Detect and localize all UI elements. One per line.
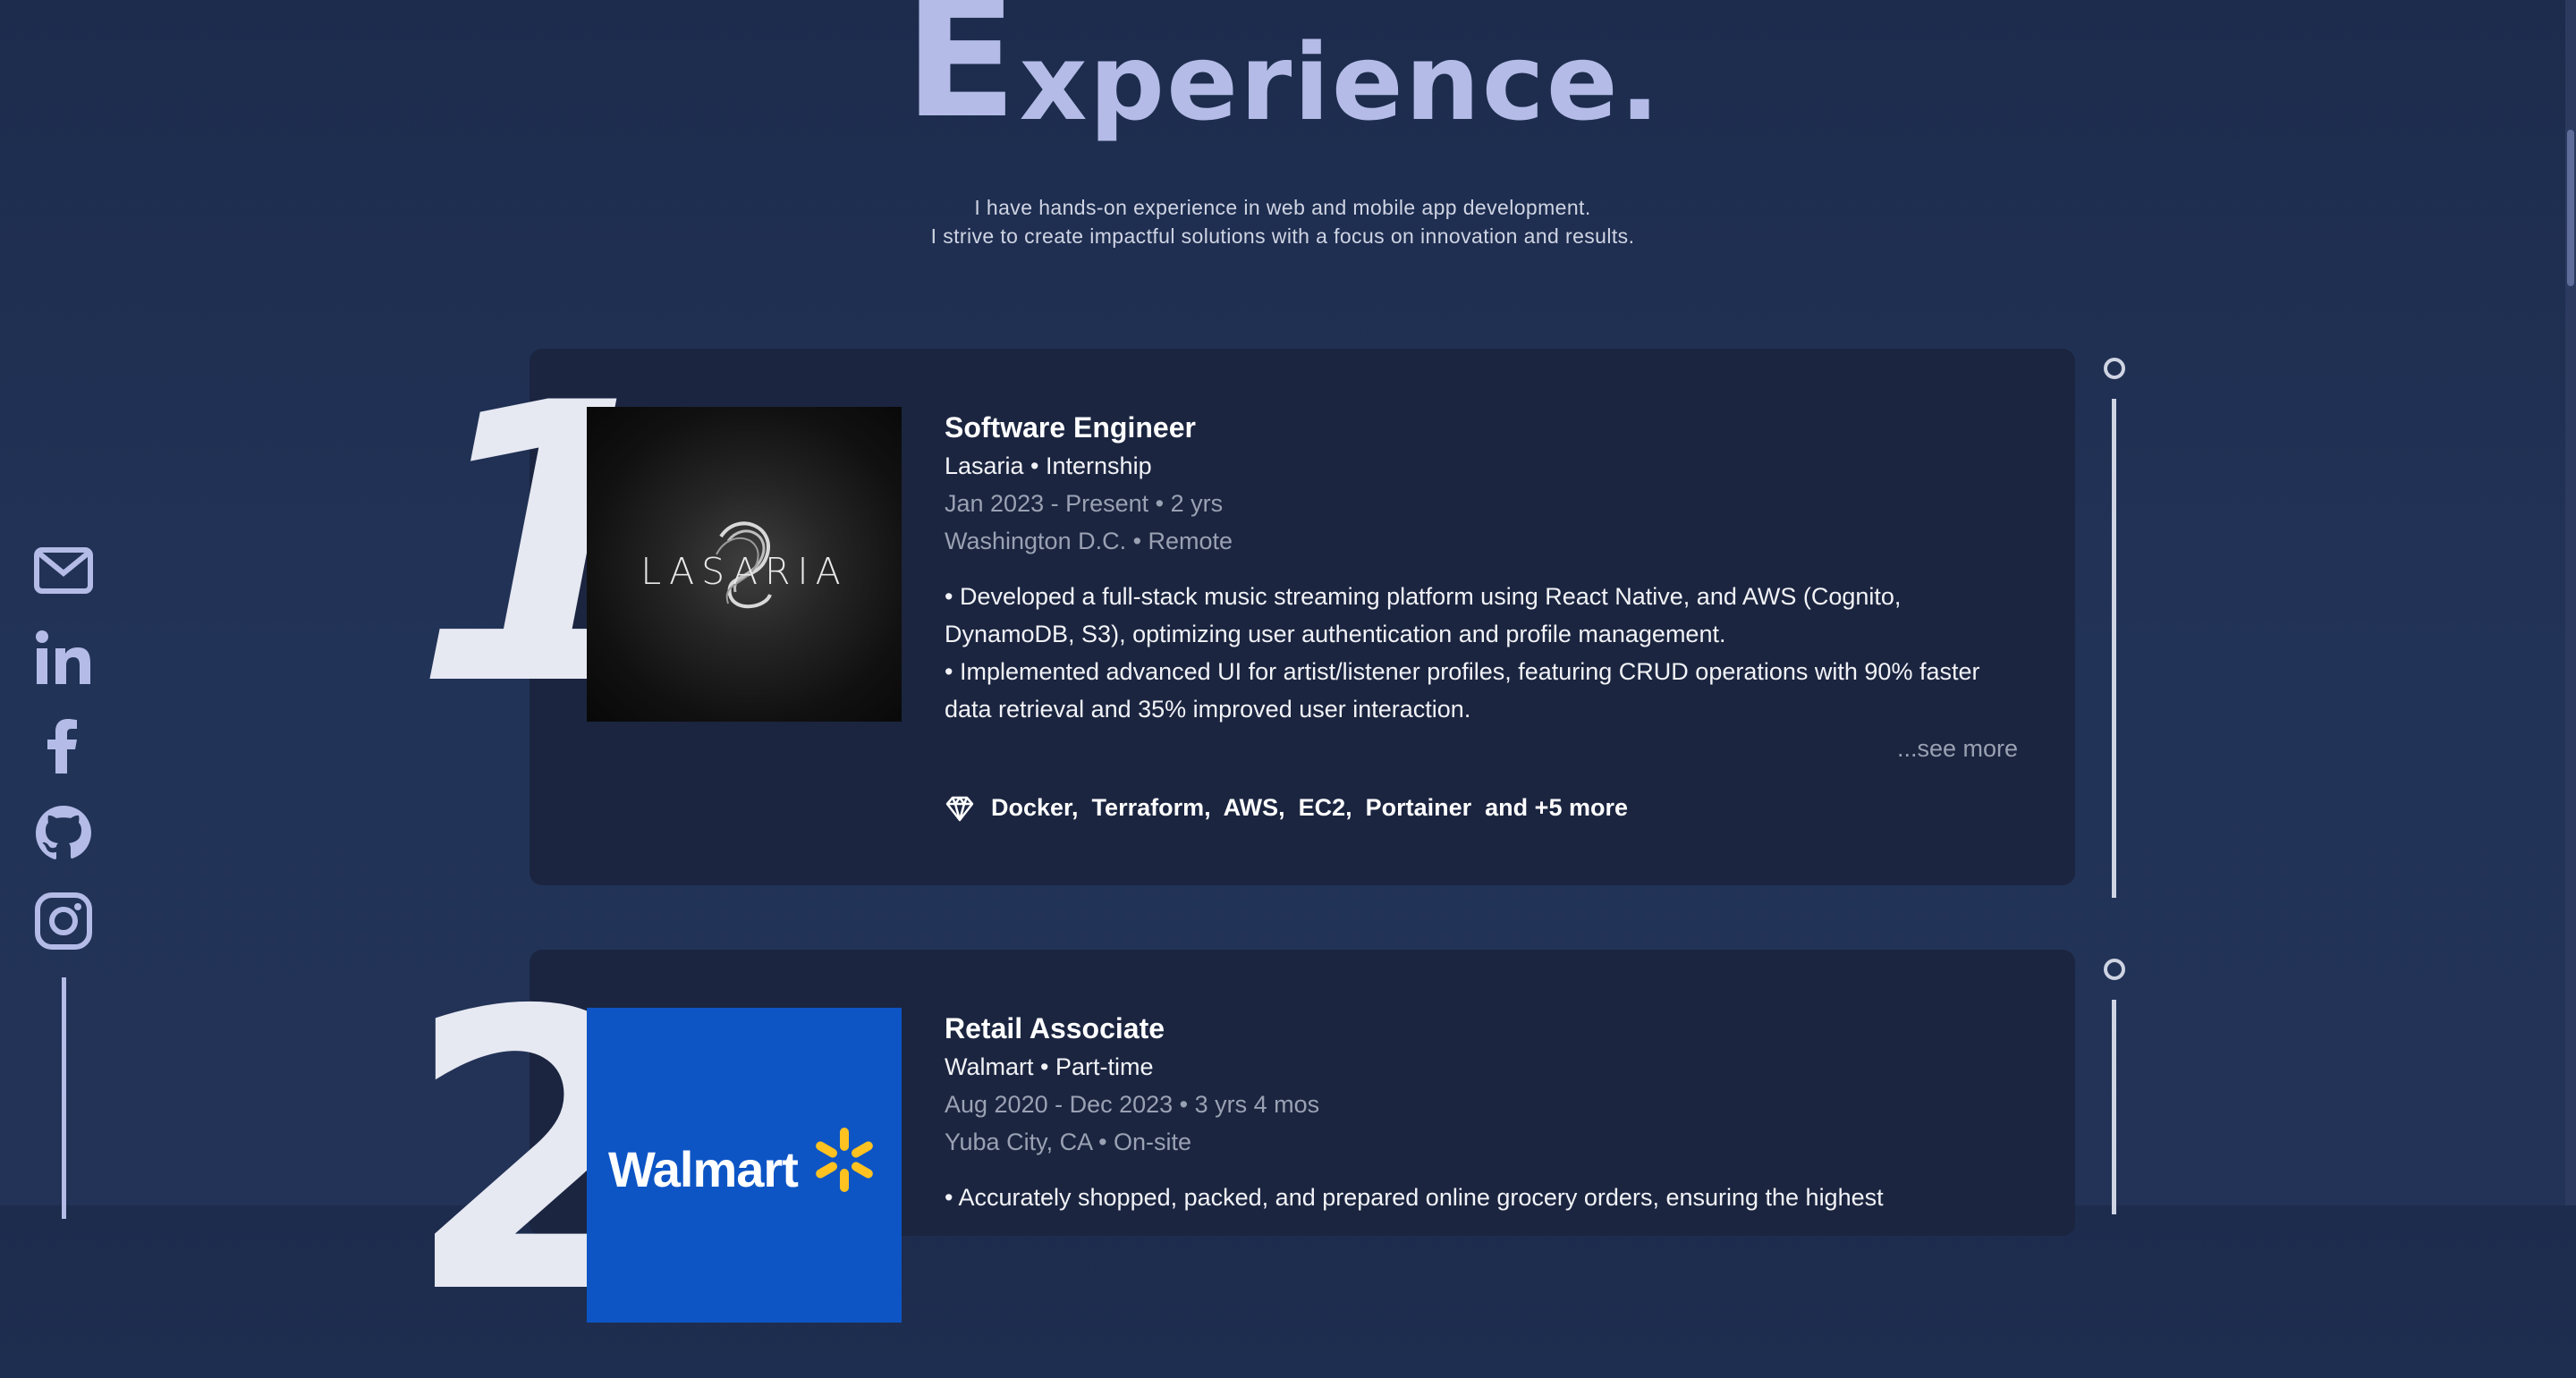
job-title: Software Engineer	[945, 411, 1196, 444]
walmart-wordmark: Walmart	[608, 1141, 799, 1197]
walmart-spark-icon	[816, 1128, 873, 1192]
timeline-line-1	[2112, 399, 2116, 898]
tech-list: Docker, Terraform, AWS, EC2, Portainer a…	[991, 794, 1628, 821]
experience-info-1: Software Engineer Lasaria • Internship J…	[945, 408, 2018, 728]
job-location: Washington D.C. • Remote	[945, 528, 1233, 554]
experience-info-2: Retail Associate Walmart • Part-time Aug…	[945, 1009, 2018, 1216]
company-line: Walmart • Part-time	[945, 1053, 1154, 1080]
facebook-icon[interactable]	[34, 716, 93, 775]
social-links	[34, 541, 93, 1219]
timeline-dot-2	[2104, 959, 2125, 980]
job-location: Yuba City, CA • On-site	[945, 1129, 1192, 1155]
social-divider-line	[62, 977, 66, 1219]
job-bullet: • Implemented advanced UI for artist/lis…	[945, 658, 1980, 723]
email-icon[interactable]	[34, 541, 93, 600]
subtitle-line-2: I strive to create impactful solutions w…	[930, 224, 1635, 248]
tech-stack: Docker, Terraform, AWS, EC2, Portainer a…	[945, 794, 1628, 822]
section-title-rest: xperience.	[1019, 21, 1662, 144]
job-bullet: • Developed a full-stack music streaming…	[945, 583, 1902, 647]
job-bullet: • Accurately shopped, packed, and prepar…	[945, 1184, 1884, 1211]
section-title: Experience.	[0, 0, 2565, 149]
linkedin-icon[interactable]	[34, 629, 93, 688]
company-line: Lasaria • Internship	[945, 452, 1152, 479]
gem-icon	[945, 796, 974, 821]
page-scrollbar[interactable]	[2565, 0, 2576, 1205]
job-dates: Jan 2023 - Present • 2 yrs	[945, 490, 1224, 517]
company-logo-lasaria: LASARIA	[587, 407, 902, 722]
timeline-dot-1	[2104, 358, 2125, 379]
job-title: Retail Associate	[945, 1012, 1165, 1044]
instagram-icon[interactable]	[34, 892, 93, 951]
job-description: • Developed a full-stack music streaming…	[945, 578, 2018, 728]
job-description: • Accurately shopped, packed, and prepar…	[945, 1179, 2018, 1216]
github-icon[interactable]	[34, 804, 93, 863]
job-dates: Aug 2020 - Dec 2023 • 3 yrs 4 mos	[945, 1091, 1320, 1118]
section-title-initial: E	[903, 0, 1020, 155]
company-logo-walmart: Walmart	[587, 1008, 902, 1323]
section-subtitle: I have hands-on experience in web and mo…	[0, 193, 2565, 250]
scrollbar-thumb[interactable]	[2567, 130, 2574, 286]
timeline-line-2	[2112, 1000, 2116, 1214]
subtitle-line-1: I have hands-on experience in web and mo…	[974, 196, 1591, 219]
lasaria-wordmark: LASARIA	[640, 550, 848, 593]
see-more-link[interactable]: ...see more	[1897, 735, 2018, 763]
